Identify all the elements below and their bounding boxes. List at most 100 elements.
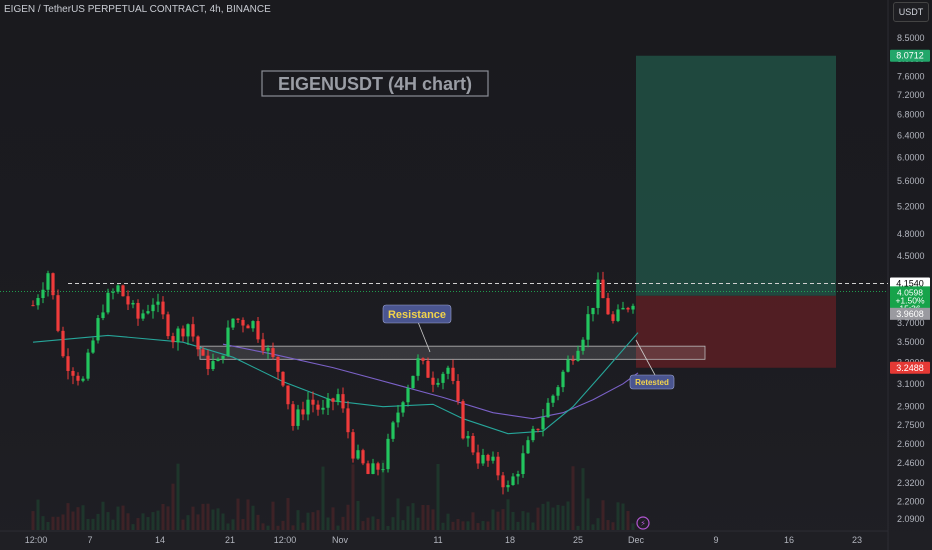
candle-body	[251, 321, 255, 329]
volume-bar	[531, 522, 535, 530]
volume-bar	[491, 509, 495, 530]
volume-bar	[196, 514, 200, 530]
x-tick-label: 21	[225, 535, 235, 545]
candle-body	[526, 440, 530, 454]
volume-bar	[296, 510, 300, 530]
candle-body	[86, 352, 90, 379]
candle-body	[446, 367, 450, 374]
candle-body	[371, 463, 375, 474]
candle-body	[306, 399, 310, 415]
candle-body	[366, 463, 370, 474]
y-tick-label: 2.9000	[897, 402, 925, 412]
candle-body	[186, 324, 190, 337]
x-tick-label: 7	[87, 535, 92, 545]
candle-body	[31, 305, 35, 307]
candle-body	[286, 385, 290, 405]
candle-body	[61, 330, 65, 357]
volume-bar	[591, 524, 595, 530]
candle-body	[391, 422, 395, 439]
volume-bar	[506, 499, 510, 530]
volume-bar	[56, 516, 60, 530]
candle-body	[541, 417, 545, 430]
candle-body	[411, 375, 415, 389]
volume-bar	[36, 499, 40, 530]
candle-body	[121, 285, 125, 297]
price-chart[interactable]: 8.50008.00007.60007.20006.80006.40006.00…	[0, 0, 932, 550]
volume-bar	[191, 506, 195, 530]
candle-body	[441, 373, 445, 383]
candle-body	[231, 318, 235, 328]
volume-bar	[311, 512, 315, 530]
volume-bar	[306, 512, 310, 530]
candle-body	[486, 454, 490, 461]
volume-bar	[371, 516, 375, 530]
volume-bar	[276, 525, 280, 530]
profit-target-zone	[636, 55, 836, 296]
volume-bar	[456, 518, 460, 530]
volume-bar	[426, 505, 430, 530]
y-tick-label: 3.1000	[897, 379, 925, 389]
candle-body	[66, 356, 70, 371]
candle-body	[356, 450, 360, 459]
volume-bar	[101, 501, 105, 530]
candle-body	[481, 454, 485, 464]
y-tick-label: 4.8000	[897, 229, 925, 239]
candle-body	[141, 313, 145, 319]
candle-body	[361, 450, 365, 464]
volume-bar	[246, 499, 250, 530]
x-tick-label: 16	[784, 535, 794, 545]
candle-body	[406, 388, 410, 403]
candle-body	[621, 307, 625, 310]
x-tick-label: 9	[713, 535, 718, 545]
volume-bar	[241, 519, 245, 530]
candle-body	[111, 291, 115, 293]
volume-bar	[326, 517, 330, 530]
volume-bar	[431, 509, 435, 530]
candle-body	[426, 360, 430, 378]
candle-body	[631, 305, 635, 310]
candle-body	[246, 325, 250, 329]
volume-bar	[541, 503, 545, 530]
candle-body	[581, 339, 585, 351]
candle-body	[36, 298, 40, 306]
volume-bar	[181, 519, 185, 530]
candle-body	[46, 273, 50, 290]
volume-bar	[631, 523, 635, 530]
volume-bar	[251, 505, 255, 530]
y-tick-label: 6.4000	[897, 130, 925, 140]
volume-bar	[451, 521, 455, 530]
y-tick-label: 2.4600	[897, 458, 925, 468]
volume-bar	[161, 503, 165, 530]
volume-bar	[441, 522, 445, 530]
candle-body	[56, 295, 60, 331]
volume-bar	[391, 517, 395, 530]
y-tick-label: 2.7500	[897, 420, 925, 430]
volume-bar	[76, 507, 80, 530]
volume-bar	[606, 520, 610, 530]
volume-bar	[156, 510, 160, 530]
candle-body	[536, 428, 540, 430]
candle-body	[211, 361, 215, 370]
candle-body	[191, 324, 195, 337]
volume-bar	[131, 524, 135, 530]
candle-body	[611, 314, 615, 321]
candle-body	[271, 348, 275, 357]
volume-bar	[471, 512, 475, 530]
volume-bar	[416, 517, 420, 530]
volume-bar	[486, 521, 490, 530]
y-tick-label: 5.6000	[897, 176, 925, 186]
candle-body	[591, 307, 595, 315]
volume-bar	[221, 513, 225, 530]
volume-bar	[466, 521, 470, 530]
volume-bar	[401, 520, 405, 530]
candle-body	[451, 367, 455, 381]
volume-bar	[301, 522, 305, 530]
candle-body	[436, 382, 440, 385]
x-tick-label: Dec	[628, 535, 645, 545]
candle-body	[196, 336, 200, 350]
volume-bar	[601, 500, 605, 530]
candle-body	[171, 336, 175, 343]
volume-bar	[51, 516, 55, 530]
volume-bar	[596, 518, 600, 530]
volume-bar	[511, 511, 515, 530]
